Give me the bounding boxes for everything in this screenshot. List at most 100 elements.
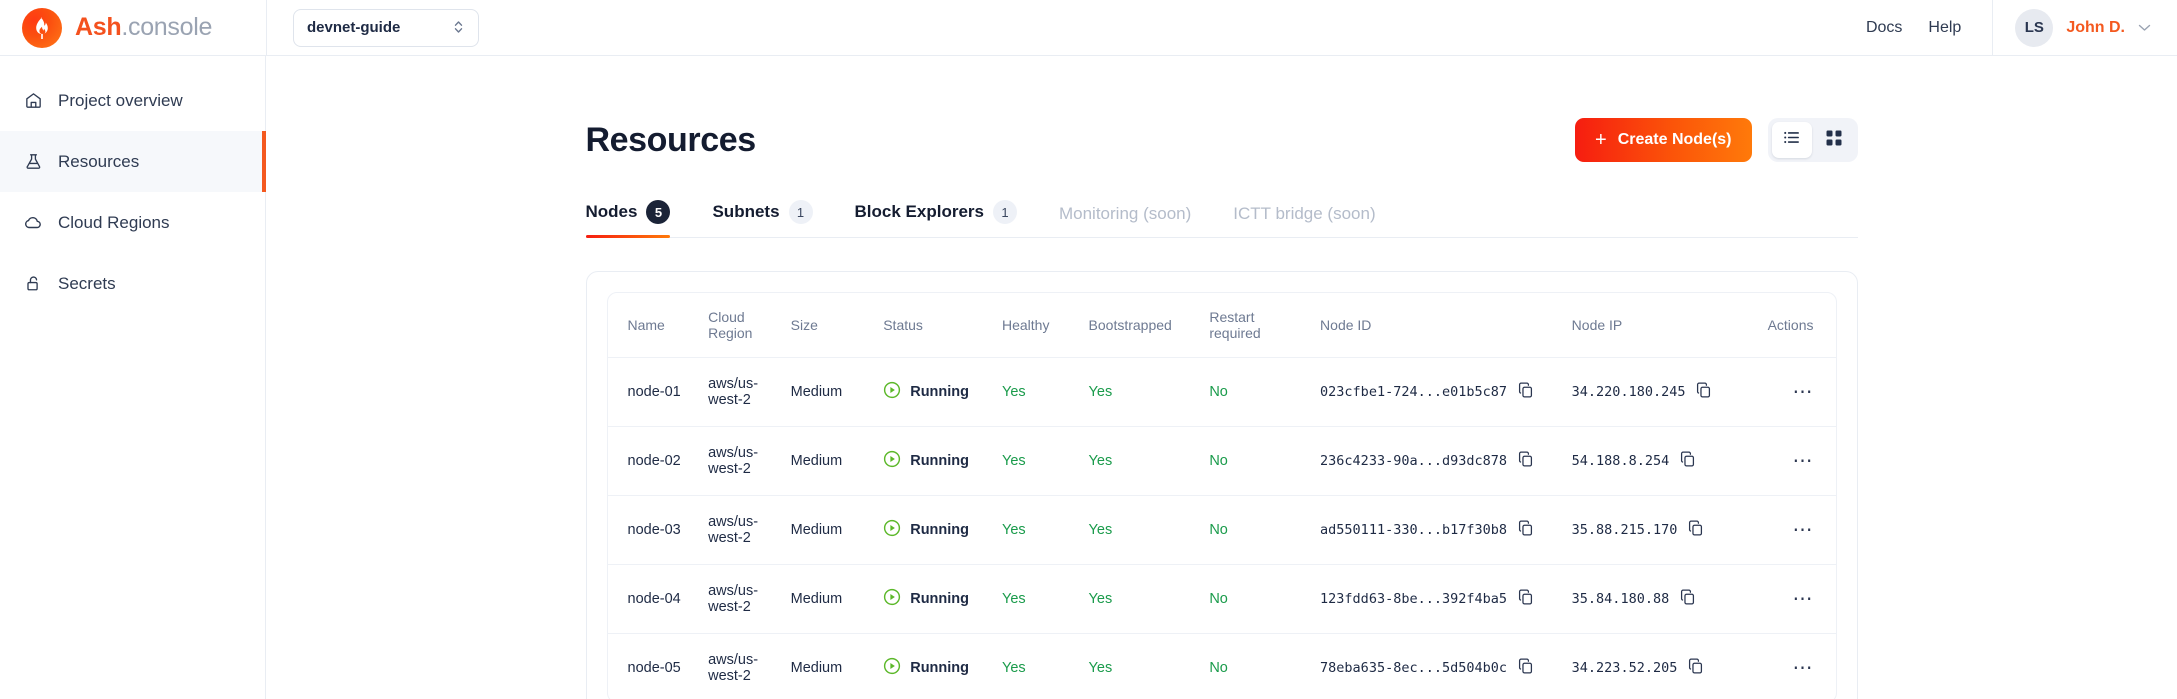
copy-icon[interactable] [1680,451,1695,471]
table-row[interactable]: node-01 aws/us- west-2 Medium Running Yes Yes… [607,357,1836,427]
nodes-table-body: node-01 aws/us- west-2 Medium Running Yes Yes… [607,357,1836,699]
ellipsis-icon[interactable]: ⋯ [1793,520,1814,540]
cell-status: Running [875,495,994,565]
docs-link[interactable]: Docs [1853,19,1915,37]
top-bar: Ash.console devnet-guide Docs Help LS Jo… [0,0,2177,56]
tab-subnets[interactable]: Subnets 1 [712,200,828,237]
brand-name-secondary: .console [121,13,213,41]
status-label: Running [910,660,970,676]
play-circle-icon [883,450,901,472]
play-circle-icon [883,519,901,541]
sidebar-item-label: Project overview [58,90,183,110]
table-header-row: Name Cloud Region Size Status Healthy Bo… [607,293,1836,358]
tab-badge: 5 [646,200,671,224]
copy-icon[interactable] [1680,589,1695,609]
cell-healthy: Yes [993,495,1081,565]
sidebar-item-secrets[interactable]: Secrets [0,253,265,314]
copy-icon[interactable] [1518,382,1533,402]
cell-actions: ⋯ [1744,357,1836,427]
status-label: Running [910,522,970,538]
copy-icon[interactable] [1518,589,1533,609]
view-toggle [1767,118,1858,162]
tab-badge: 1 [992,200,1017,224]
play-circle-icon [883,381,901,403]
brand-name-primary: Ash [75,13,122,41]
cell-bootstrapped: Yes [1080,495,1202,565]
cell-cloud-region: aws/us- west-2 [700,495,783,565]
tab-ictt-bridge: ICTT bridge (soon) [1233,204,1391,237]
cell-size: Medium [782,357,876,427]
node-ip-value: 35.88.215.170 [1571,522,1678,538]
brand-title: Ash.console [75,13,212,42]
cell-size: Medium [782,426,876,496]
sidebar-item-cloud-regions[interactable]: Cloud Regions [0,192,265,253]
grid-view-button[interactable] [1814,122,1854,158]
copy-icon[interactable] [1518,658,1533,678]
cell-cloud-region: aws/us- west-2 [700,426,783,496]
cell-actions: ⋯ [1745,634,1836,699]
copy-icon[interactable] [1688,658,1703,678]
ellipsis-icon[interactable]: ⋯ [1793,658,1814,678]
unlock-icon [22,273,44,295]
cell-status: Running [875,426,994,496]
app-root: Ash.console devnet-guide Docs Help LS Jo… [0,0,2177,699]
copy-icon[interactable] [1518,520,1533,540]
table-row[interactable]: node-02 aws/us- west-2 Medium Running Yes Yes… [607,426,1836,496]
cell-status: Running [875,564,994,634]
node-id-value: ad550111-330...b17f30b8 [1320,522,1507,538]
sidebar: Project overview Resources Cloud Regions… [0,56,266,699]
status-label: Running [910,384,970,400]
table-row[interactable]: node-05 aws/us- west-2 Medium Running Yes Yes… [608,634,1836,699]
copy-icon[interactable] [1518,451,1533,471]
cell-bootstrapped: Yes [1080,357,1202,427]
tab-monitoring: Monitoring (soon) [1059,204,1207,237]
tab-label: Subnets [712,202,780,221]
cell-name: node-02 [607,426,701,496]
avatar: LS [2015,8,2054,47]
cell-actions: ⋯ [1744,495,1836,565]
project-selector[interactable]: devnet-guide [293,8,479,47]
copy-icon[interactable] [1696,382,1711,402]
cell-actions: ⋯ [1744,564,1836,634]
table-row[interactable]: node-04 aws/us- west-2 Medium Running Yes Yes… [607,564,1836,634]
tab-nodes[interactable]: Nodes 5 [585,200,687,238]
tab-badge: 1 [788,200,813,224]
cell-name: node-04 [607,564,701,634]
ellipsis-icon[interactable]: ⋯ [1793,451,1814,471]
user-name-label: John D. [2066,18,2125,36]
sidebar-item-label: Resources [58,151,140,171]
table-row[interactable]: node-03 aws/us- west-2 Medium Running Yes Yes… [607,495,1836,565]
home-icon [22,90,44,112]
cell-cloud-region: aws/us- west-2 [700,357,783,427]
col-header-bootstrapped: Bootstrapped [1080,293,1202,358]
tab-block-explorers[interactable]: Block Explorers 1 [855,200,1033,237]
col-header-cloud-region: Cloud Region [700,293,783,358]
tab-label: Monitoring (soon) [1058,204,1192,223]
copy-icon[interactable] [1688,520,1703,540]
cloud-icon [22,212,44,234]
col-header-name: Name [607,293,701,358]
cell-node-id: 236c4233-90a...d93dc878 [1312,426,1564,496]
project-selector-value: devnet-guide [307,19,401,36]
create-nodes-button[interactable]: + Create Node(s) [1575,118,1752,162]
ellipsis-icon[interactable]: ⋯ [1793,589,1814,609]
page-header: Resources + Create Node(s) [586,118,1858,162]
user-menu[interactable]: LS John D. [2015,8,2177,47]
cell-restart-required: No [1201,495,1313,565]
cell-restart-required: No [1201,426,1313,496]
ellipsis-icon[interactable]: ⋯ [1793,382,1814,402]
brand-logo-area[interactable]: Ash.console [0,7,266,48]
body-wrapper: Project overview Resources Cloud Regions… [0,56,2177,699]
cell-size: Medium [782,495,876,565]
topbar-right-divider [1992,0,1994,56]
sidebar-item-project-overview[interactable]: Project overview [0,70,265,131]
cell-node-ip: 34.223.52.205 [1564,634,1745,699]
cell-node-id: 023cfbe1-724...e01b5c87 [1312,357,1564,427]
sidebar-item-resources[interactable]: Resources [0,131,266,192]
node-ip-value: 35.84.180.88 [1571,591,1670,607]
list-view-button[interactable] [1771,122,1812,158]
chevron-down-icon [2138,20,2151,35]
nodes-card: Name Cloud Region Size Status Healthy Bo… [585,271,1858,699]
cell-restart-required: No [1201,564,1313,634]
help-link[interactable]: Help [1915,19,1974,37]
